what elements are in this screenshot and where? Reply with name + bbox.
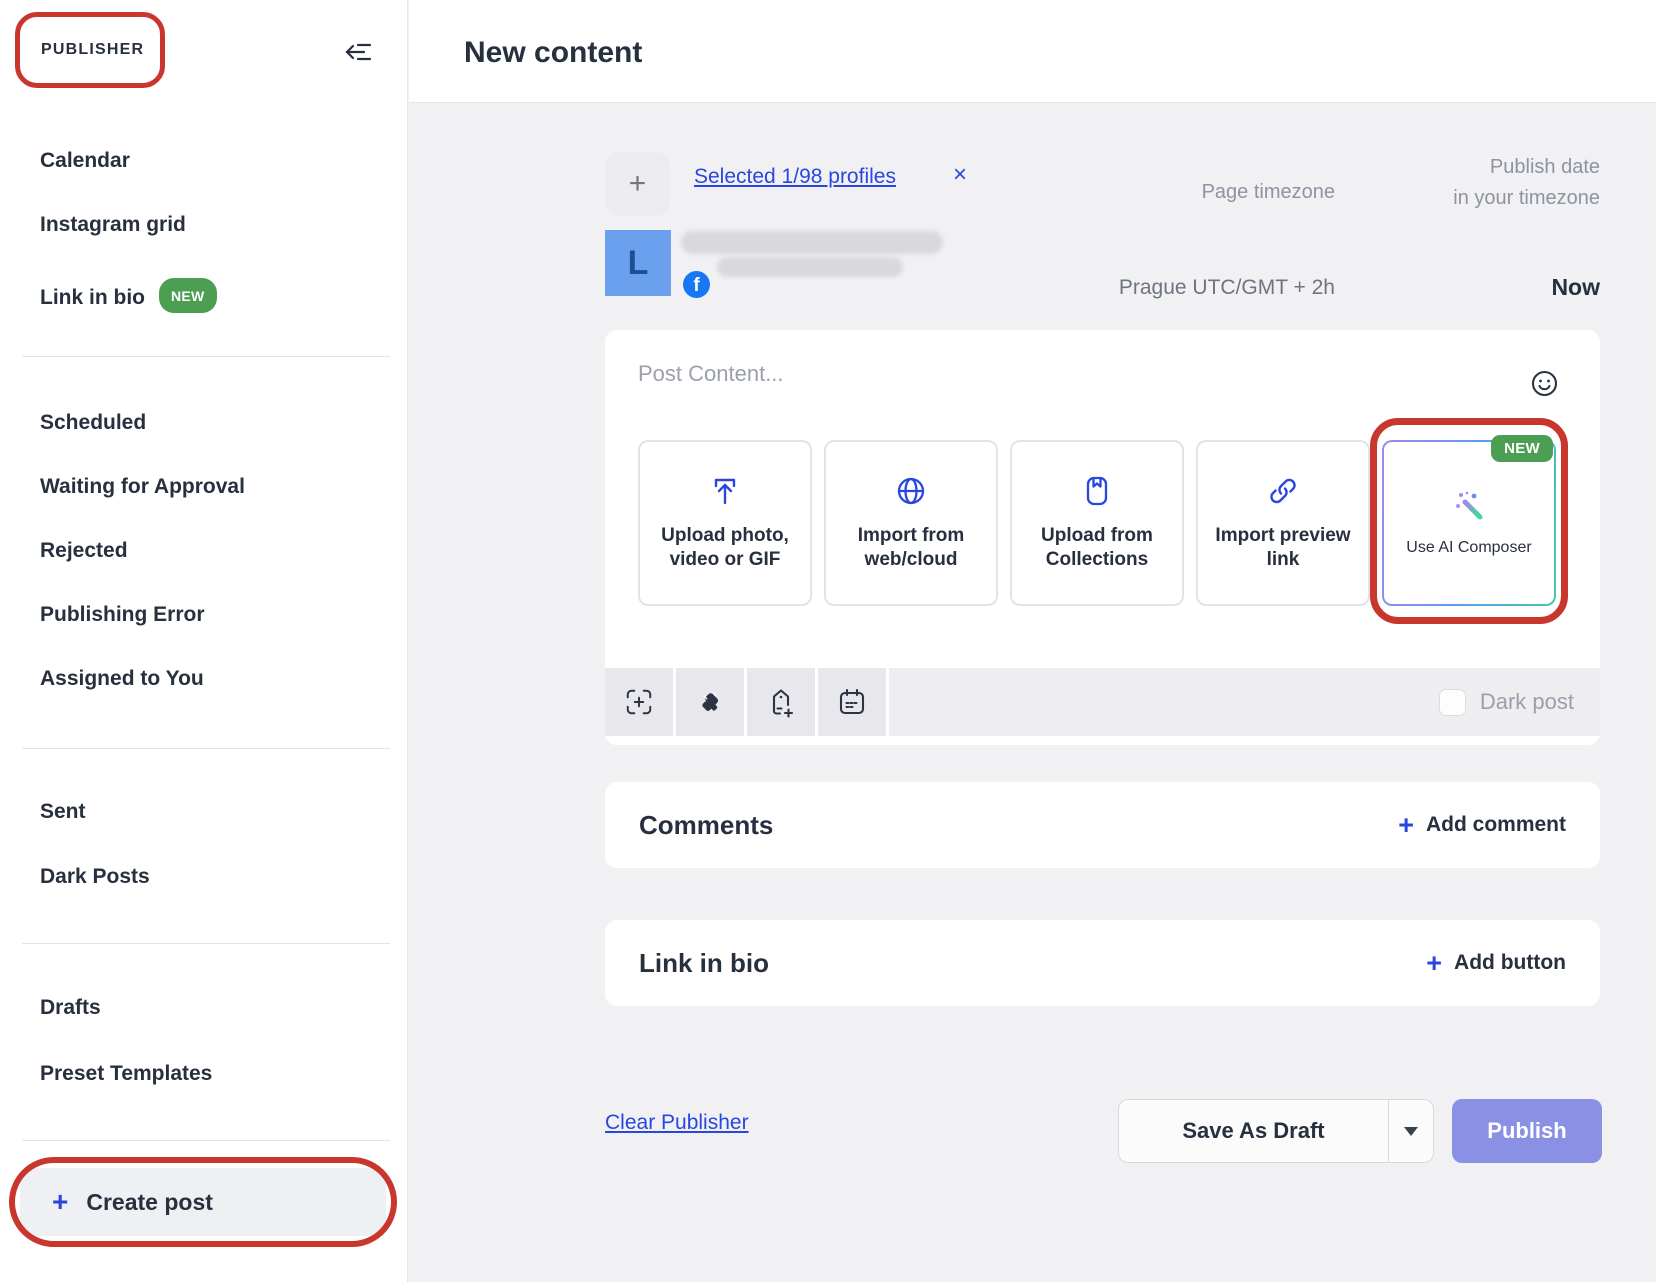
profile-name-redacted xyxy=(681,231,943,254)
main-header: New content xyxy=(409,0,1656,103)
page-timezone-label: Page timezone xyxy=(1009,181,1335,204)
page-timezone-value: Prague UTC/GMT + 2h xyxy=(1009,276,1335,300)
sidebar-item-link-in-bio[interactable]: Link in bio NEW xyxy=(40,278,217,313)
import-preview-link-card[interactable]: Import preview link xyxy=(1196,440,1370,606)
focus-crop-icon xyxy=(624,687,654,717)
comments-title: Comments xyxy=(639,810,773,841)
sidebar-item-publishing-error[interactable]: Publishing Error xyxy=(40,602,205,628)
close-icon[interactable]: × xyxy=(953,163,967,187)
profile-avatar[interactable]: L xyxy=(605,230,671,296)
post-content-input[interactable]: Post Content... xyxy=(638,361,784,387)
sidebar-item-calendar[interactable]: Calendar xyxy=(40,148,130,174)
profile-subname-redacted xyxy=(717,257,903,277)
option-label: Upload photo, video or GIF xyxy=(640,524,810,572)
facebook-icon: f xyxy=(683,271,710,298)
clear-publisher-link[interactable]: Clear Publisher xyxy=(605,1111,749,1135)
option-label: Use AI Composer xyxy=(1406,539,1531,557)
save-draft-dropdown[interactable] xyxy=(1389,1100,1433,1162)
add-label-button[interactable] xyxy=(747,668,815,736)
sidebar-item-assigned-to-you[interactable]: Assigned to You xyxy=(40,666,204,692)
sidebar-item-label: Link in bio xyxy=(40,286,145,309)
create-post-label: Create post xyxy=(86,1189,213,1216)
sidebar-divider xyxy=(22,1140,390,1141)
publisher-section-label: PUBLISHER xyxy=(41,41,144,59)
new-badge: NEW xyxy=(1491,435,1553,462)
sidebar-divider xyxy=(22,748,390,749)
plus-icon: + xyxy=(1426,950,1442,977)
schedule-button[interactable] xyxy=(818,668,886,736)
upload-media-card[interactable]: Upload photo, video or GIF xyxy=(638,440,812,606)
composer-options-row: Upload photo, video or GIF Import from w… xyxy=(638,440,1556,606)
sidebar-item-preset-templates[interactable]: Preset Templates xyxy=(40,1061,212,1087)
collapse-sidebar-icon[interactable] xyxy=(344,38,372,66)
composer-toolbar: Dark post xyxy=(605,668,1600,736)
create-post-button[interactable]: + Create post xyxy=(20,1168,386,1236)
add-comment-label: Add comment xyxy=(1426,813,1566,837)
add-comment-button[interactable]: + Add comment xyxy=(1398,812,1566,839)
sidebar-divider xyxy=(22,943,390,944)
emoji-icon[interactable] xyxy=(1531,370,1558,397)
handshake-icon xyxy=(695,687,725,717)
link-icon xyxy=(1267,474,1299,508)
plus-icon: + xyxy=(52,1188,68,1216)
plus-icon: + xyxy=(1398,812,1414,839)
import-web-cloud-card[interactable]: Import from web/cloud xyxy=(824,440,998,606)
avatar-initial: L xyxy=(628,244,649,283)
upload-collections-card[interactable]: Upload from Collections xyxy=(1010,440,1184,606)
collaboration-button[interactable] xyxy=(676,668,744,736)
publish-date-value[interactable]: Now xyxy=(1309,274,1600,301)
use-ai-composer-card[interactable]: NEW xyxy=(1382,440,1556,606)
page-title: New content xyxy=(464,36,642,70)
option-label: Import preview link xyxy=(1198,524,1368,572)
facebook-glyph: f xyxy=(693,273,699,298)
globe-icon xyxy=(896,474,926,508)
sidebar-divider xyxy=(22,356,390,357)
link-in-bio-card: Link in bio + Add button xyxy=(605,920,1600,1006)
collections-icon xyxy=(1081,474,1113,508)
publish-button[interactable]: Publish xyxy=(1452,1099,1602,1163)
calendar-icon xyxy=(836,686,868,718)
publish-date-label: Publish date in your timezone xyxy=(1309,152,1600,214)
new-badge: NEW xyxy=(159,278,217,313)
option-label: Import from web/cloud xyxy=(826,524,996,572)
selected-profiles-link[interactable]: Selected 1/98 profiles xyxy=(694,165,896,189)
upload-icon xyxy=(709,474,741,508)
comments-card: Comments + Add comment xyxy=(605,782,1600,868)
app-window: PUBLISHER Calendar Instagram grid Link i… xyxy=(0,0,1656,1282)
save-as-draft-button[interactable]: Save As Draft xyxy=(1118,1099,1434,1163)
sidebar-item-drafts[interactable]: Drafts xyxy=(40,995,101,1021)
sidebar: PUBLISHER Calendar Instagram grid Link i… xyxy=(0,0,408,1282)
add-button-label: Add button xyxy=(1454,951,1566,975)
sidebar-item-waiting-for-approval[interactable]: Waiting for Approval xyxy=(40,474,245,500)
sidebar-item-rejected[interactable]: Rejected xyxy=(40,538,128,564)
main-area: New content + Selected 1/98 profiles × P… xyxy=(409,0,1656,1282)
post-composer-card: Post Content... Upload photo, vide xyxy=(605,330,1600,745)
add-profile-button[interactable]: + xyxy=(605,152,670,216)
sidebar-item-sent[interactable]: Sent xyxy=(40,799,86,825)
tag-plus-icon xyxy=(765,686,797,718)
footer-actions-row: Clear Publisher Save As Draft Publish xyxy=(605,1099,1602,1163)
dark-post-checkbox[interactable] xyxy=(1439,689,1466,716)
option-label: Upload from Collections xyxy=(1012,524,1182,572)
sidebar-item-scheduled[interactable]: Scheduled xyxy=(40,410,146,436)
sidebar-item-dark-posts[interactable]: Dark Posts xyxy=(40,864,150,890)
save-as-draft-label: Save As Draft xyxy=(1119,1100,1388,1162)
sidebar-item-instagram-grid[interactable]: Instagram grid xyxy=(40,212,186,238)
dark-post-label: Dark post xyxy=(1480,689,1574,715)
link-in-bio-title: Link in bio xyxy=(639,948,769,979)
media-focus-button[interactable] xyxy=(605,668,673,736)
toolbar-right-section: Dark post xyxy=(889,668,1600,736)
add-button-button[interactable]: + Add button xyxy=(1426,950,1566,977)
chevron-down-icon xyxy=(1404,1127,1418,1136)
plus-icon: + xyxy=(629,167,647,201)
magic-wand-icon xyxy=(1452,489,1486,523)
